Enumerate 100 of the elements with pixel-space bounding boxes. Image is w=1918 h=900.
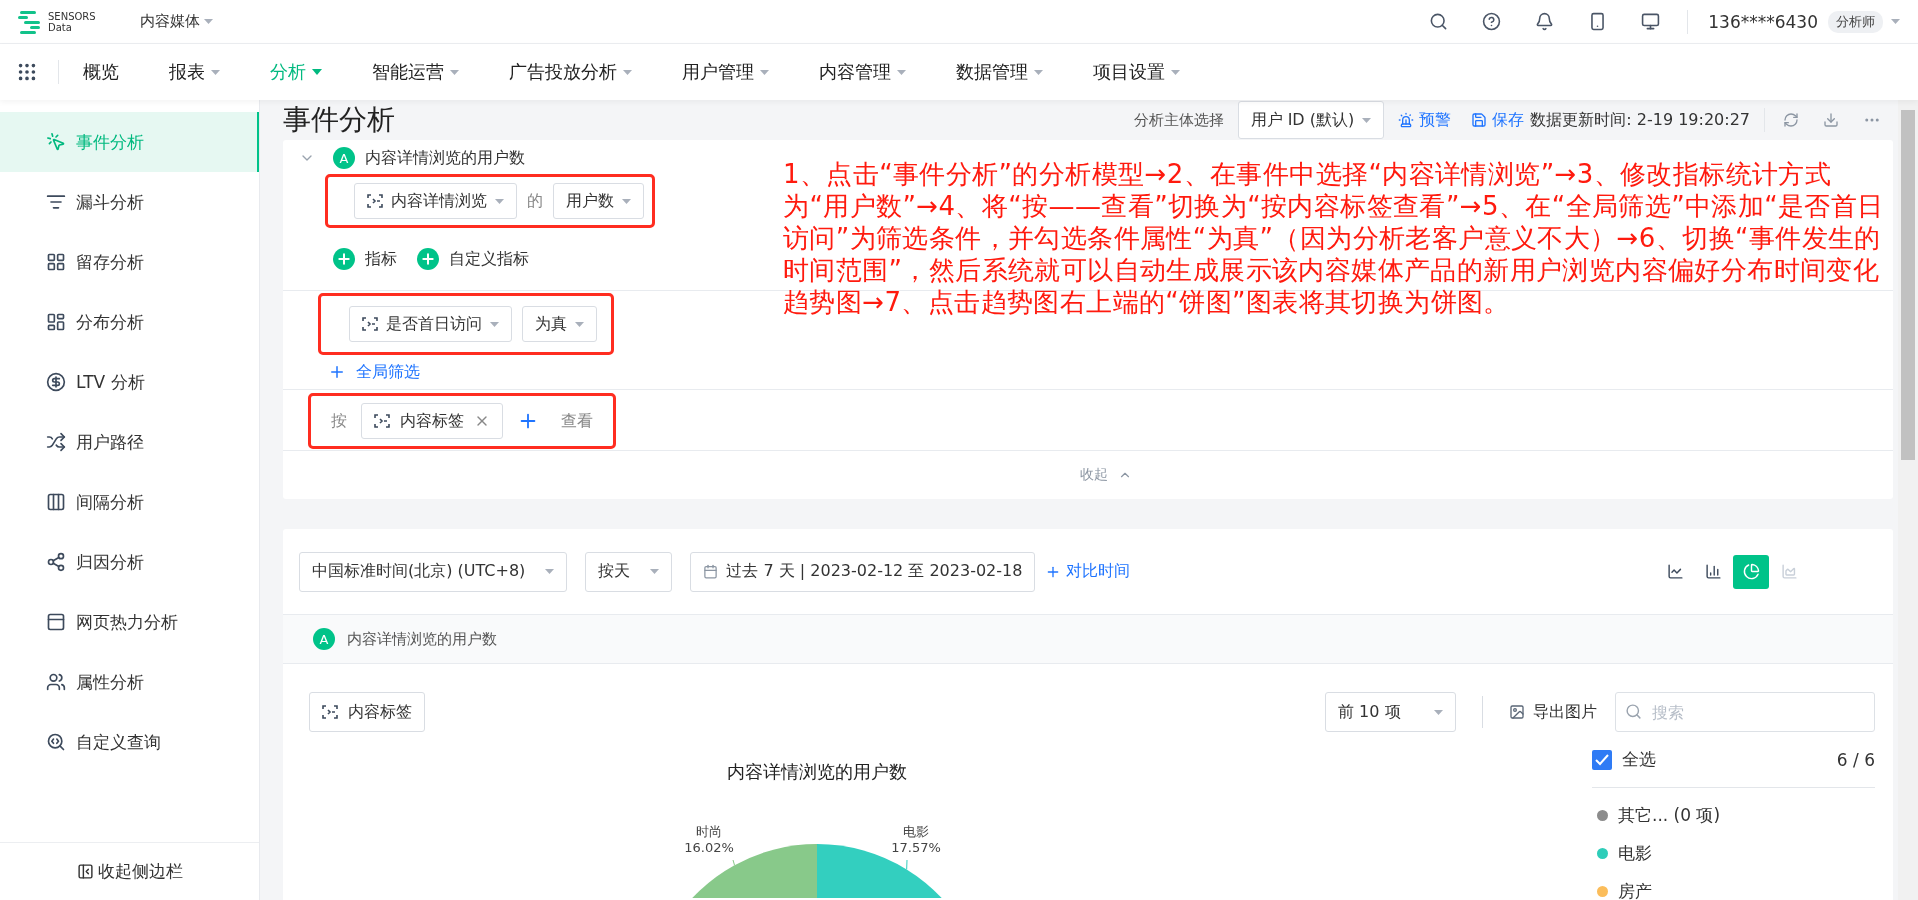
siren-icon — [1398, 112, 1415, 128]
checkbox[interactable] — [1592, 749, 1612, 770]
columns-icon — [46, 492, 66, 512]
alert-link[interactable]: 预警 — [1398, 109, 1452, 131]
sidebar-item[interactable]: 属性分析 — [0, 652, 259, 712]
logo-text: SENSORS — [48, 10, 96, 22]
nav-menu-item[interactable]: 用户管理 — [682, 60, 769, 84]
event-select[interactable]: 内容详情浏览 — [354, 183, 517, 219]
caret-icon — [203, 19, 213, 24]
project-selector[interactable]: 内容媒体 — [139, 12, 213, 31]
slice-value: 16.02% — [684, 840, 734, 855]
nodes-icon — [46, 552, 66, 572]
add-metric-button[interactable]: 指标 — [333, 248, 397, 270]
slice-label: 时尚 — [696, 824, 722, 839]
filter-property-select[interactable]: 是否首日访问 — [349, 306, 512, 342]
collapse-sidebar-button[interactable]: 收起侧边栏 — [0, 842, 259, 900]
add-icon — [328, 363, 346, 381]
global-filter-button[interactable]: 全局筛选 — [328, 361, 420, 383]
logo-text: Data — [48, 21, 73, 33]
filter-operator-select[interactable]: 为真 — [522, 306, 597, 342]
download-icon[interactable] — [1823, 112, 1839, 128]
cursor-icon — [46, 132, 66, 152]
top-n-select[interactable]: 前 10 项 — [1325, 692, 1456, 732]
subject-select[interactable]: 用户 ID (默认) — [1237, 101, 1385, 139]
sidebar-item[interactable]: LTV 分析 — [0, 352, 259, 412]
export-image-button[interactable]: 导出图片 — [1508, 701, 1597, 723]
property-icon — [367, 194, 383, 208]
sidebar-item[interactable]: 网页热力分析 — [0, 592, 259, 652]
help-icon[interactable] — [1482, 12, 1502, 31]
chart-title: 内容详情浏览的用户数 — [727, 760, 907, 784]
add-metric-button[interactable]: 自定义指标 — [417, 248, 529, 270]
sidebar-item[interactable]: 间隔分析 — [0, 472, 259, 532]
series-badge: A — [333, 147, 355, 169]
annotation-text: 1、点击“事件分析”的分析模型→2、在事件中选择“内容详情浏览”→3、修改指标统计方式为“用户数”→4、将“按——查看”切换为“按内容标签查看”→5、在“全局筛选”中添加“是否首日访问”为筛选条件，并勾选条件属性“为真”（因为分析老客户意义不大）→6、切换“事件发生的时间范围”，然后系统就可以自动生成展示该内容媒体产品的新用户浏览内容偏好分布时间变化趋势图→7、点击趋势图右上端的“饼图”图表将其切换为饼图。 — [783, 158, 1885, 318]
bell-icon[interactable] — [1535, 12, 1555, 31]
sidebar-item[interactable]: 归因分析 — [0, 532, 259, 592]
granularity-select[interactable]: 按天 — [585, 551, 673, 592]
caret-icon — [575, 321, 584, 327]
property-icon — [374, 414, 390, 428]
group-chip[interactable]: 内容标签 — [309, 692, 425, 732]
save-link[interactable]: 保存 — [1471, 109, 1525, 131]
search-icon[interactable] — [1429, 12, 1449, 31]
measure-select[interactable]: 用户数 — [553, 183, 644, 219]
logo-icon — [18, 8, 42, 35]
subject-label: 分析主体选择 — [1133, 110, 1224, 130]
series-name: 内容详情浏览的用户数 — [347, 629, 497, 649]
caret-icon — [1891, 19, 1900, 24]
property-icon — [322, 705, 338, 719]
property-icon — [362, 317, 378, 331]
caret-icon — [495, 198, 504, 204]
caret-icon — [545, 569, 555, 574]
leader-line — [906, 859, 908, 870]
add-icon — [333, 248, 355, 270]
legend-item[interactable]: 电影 — [1592, 834, 1875, 872]
caret-icon — [1362, 117, 1372, 123]
update-time: 数据更新时间: 2-19 19:20:27 — [1530, 109, 1750, 131]
user-name[interactable]: 136****6430 — [1708, 11, 1818, 32]
nav-menu-item[interactable]: 项目设置 — [1093, 60, 1180, 84]
group-suffix: 查看 — [561, 410, 593, 432]
nav-menu-item[interactable]: 内容管理 — [819, 60, 906, 84]
select-all-label: 全选 — [1622, 748, 1656, 771]
sidebar-item[interactable]: 漏斗分析 — [0, 172, 259, 232]
sidebar-item[interactable]: 分布分析 — [0, 292, 259, 352]
people-icon — [46, 672, 66, 692]
date-range-picker[interactable]: 过去 7 天 | 2023-02-12 至 2023-02-18 — [690, 551, 1036, 592]
caret-icon — [1433, 709, 1443, 715]
caret-icon — [490, 321, 499, 327]
nav-menu-item[interactable]: 数据管理 — [956, 60, 1043, 84]
search-field[interactable]: 搜索 — [1614, 692, 1875, 732]
legend-item[interactable]: 房产 — [1592, 872, 1875, 900]
timezone-select[interactable]: 中国标准时间(北京) (UTC+8) — [299, 551, 568, 592]
page-title: 事件分析 — [283, 102, 395, 138]
apps-icon[interactable] — [16, 61, 38, 83]
group-prefix: 按 — [331, 410, 347, 432]
nav-menu-item[interactable]: 概览 — [83, 60, 119, 84]
save-icon — [1471, 112, 1488, 128]
search-code-icon — [46, 732, 66, 752]
sidebar-item[interactable]: 留存分析 — [0, 232, 259, 292]
sidebar-item[interactable]: 用户路径 — [0, 412, 259, 472]
image-icon — [1508, 704, 1525, 720]
group-property-chip[interactable]: 内容标签 — [361, 403, 503, 439]
slice-value: 17.57% — [891, 840, 941, 855]
collapse-icon — [76, 863, 94, 880]
add-icon — [417, 248, 439, 270]
refresh-icon[interactable] — [1783, 112, 1799, 128]
nav-menu-item[interactable]: 广告投放分析 — [509, 60, 632, 84]
caret-icon — [622, 198, 631, 204]
compare-time-link[interactable]: 对比时间 — [1045, 561, 1131, 582]
dollar-icon — [46, 372, 66, 392]
nav-menu-item[interactable]: 智能运营 — [372, 60, 459, 84]
monitor-icon[interactable] — [1641, 12, 1661, 31]
of-label: 的 — [527, 190, 543, 212]
dashboard-icon — [46, 312, 66, 332]
leader-line — [732, 859, 736, 866]
legend-item[interactable]: 其它... (0 项) — [1592, 796, 1875, 834]
nav-menu-item[interactable]: 报表 — [169, 60, 220, 84]
legend-count: 6 / 6 — [1836, 749, 1875, 770]
sidebar-item[interactable]: 自定义查询 — [0, 712, 259, 772]
caret-icon — [650, 569, 660, 574]
metric-name: 内容详情浏览的用户数 — [365, 147, 525, 169]
